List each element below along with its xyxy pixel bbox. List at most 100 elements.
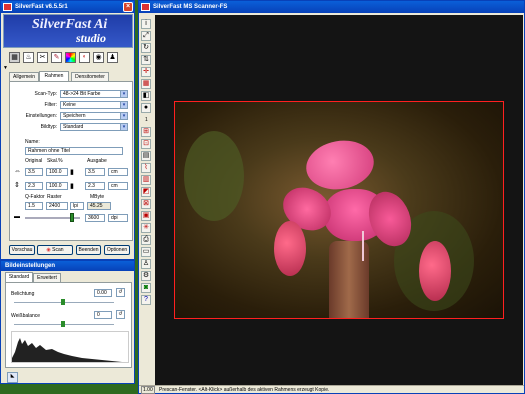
original-height-input[interactable]: 2.3 — [25, 182, 43, 190]
chevron-down-icon: ▾ — [120, 113, 127, 119]
image-settings-title: Bildeinstellungen — [5, 263, 56, 269]
flip-icon[interactable]: ⇅ — [141, 55, 151, 65]
reset-icon[interactable]: ↺ — [116, 310, 125, 319]
tab-allgemein[interactable]: Allgemein — [9, 72, 39, 81]
close-button[interactable]: × — [123, 2, 133, 12]
figure-icon[interactable]: ♟ — [107, 52, 118, 63]
image-type-label: Bildtyp: — [40, 124, 57, 130]
options-button[interactable]: Optionen — [104, 245, 130, 255]
mirror-icon[interactable]: ◧ — [141, 91, 151, 101]
selection-frame[interactable] — [174, 101, 504, 319]
chevron-down-icon: ▾ — [120, 102, 127, 108]
palette-icon[interactable] — [65, 52, 76, 63]
q-factor-input[interactable]: 1.5 — [25, 202, 43, 210]
preview-area[interactable] — [155, 15, 523, 385]
tool-icon-row: ▦ ♨ ✂ ✎ ◐ ◉ ♟ — [9, 52, 129, 64]
app-icon — [141, 3, 150, 11]
scale-label: Skal.% — [47, 158, 63, 164]
exposure-input[interactable]: 0.00 — [94, 289, 112, 297]
densitometer-icon[interactable]: ⊡ — [141, 139, 151, 149]
image-type-select[interactable]: Standard ▾ — [60, 123, 128, 131]
scan-type-label: Scan-Typ: — [34, 91, 57, 97]
scanner-titlebar[interactable]: SilverFast MS Scanner-FS — [139, 1, 524, 13]
selective-icon[interactable]: ⊠ — [141, 199, 151, 209]
histogram-area — [12, 338, 122, 362]
scale-height-input[interactable]: 100.0 — [46, 182, 68, 190]
print-icon[interactable]: ⎙ — [141, 235, 151, 245]
settings-icon[interactable]: ⚙ — [141, 271, 151, 281]
output-height-input[interactable]: 2.3 — [85, 182, 105, 190]
tab-rahmen[interactable]: Rahmen — [39, 71, 69, 81]
exposure-slider-thumb[interactable] — [61, 299, 65, 305]
resolution-unit-select[interactable]: dpi — [108, 214, 128, 222]
lock-icon[interactable]: ▮ — [70, 168, 74, 176]
width-unit-select[interactable]: cm — [108, 168, 128, 176]
original-width-input[interactable]: 3.5 — [25, 168, 43, 176]
quit-button[interactable]: Beenden — [76, 245, 101, 255]
main-titlebar[interactable]: SilverFast v6.5.5r1 × — [1, 1, 134, 13]
raster-label: Raster — [47, 194, 62, 200]
settings-select[interactable]: Speichern ▾ — [60, 112, 128, 120]
resolution-slider-thumb[interactable] — [70, 213, 74, 222]
preview-button[interactable]: Vorschau — [9, 245, 35, 255]
pencil-icon[interactable]: ✎ — [51, 52, 62, 63]
raster-unit-select[interactable]: lpi — [70, 202, 84, 210]
help-icon[interactable]: ? — [141, 295, 151, 305]
status-bar: 1.00 Prescan-Fenster. <Alt-Klick> außerh… — [139, 385, 524, 394]
scan-type-value: 48->24 Bit Farbe — [63, 91, 101, 97]
scale-width-input[interactable]: 100.0 — [46, 168, 68, 176]
camera-icon[interactable]: ◙ — [141, 283, 151, 293]
whitebalance-slider-thumb[interactable] — [61, 321, 65, 327]
histogram-icon[interactable]: ◣ — [7, 372, 18, 383]
scanner-window-title: SilverFast MS Scanner-FS — [153, 4, 228, 10]
save-icon[interactable]: ▭ — [141, 247, 151, 257]
tab-erweitert[interactable]: Erweitert — [33, 273, 61, 282]
grid-icon[interactable]: ▦ — [141, 79, 151, 89]
whitebalance-input[interactable]: 0 — [94, 311, 112, 319]
rotate-icon[interactable]: ↻ — [141, 43, 151, 53]
dust-icon[interactable]: ✳ — [141, 223, 151, 233]
chevron-down-icon[interactable]: ▼ — [3, 65, 8, 71]
height-unit-select[interactable]: cm — [108, 182, 128, 190]
image-type-value: Standard — [63, 124, 84, 130]
original-label: Original — [25, 158, 43, 164]
image-settings-titlebar[interactable]: Bildeinstellungen — [1, 261, 134, 271]
crosshair-icon[interactable]: ✛ — [141, 67, 151, 77]
color-icon[interactable]: ◩ — [141, 187, 151, 197]
fire-icon[interactable]: ♨ — [23, 52, 34, 63]
resolution-input[interactable]: 3600 — [85, 214, 105, 222]
silverfast-logo: SilverFast Ai studio — [3, 14, 133, 48]
curves-icon[interactable]: ⌇ — [141, 163, 151, 173]
q-factor-label: Q-Faktor — [25, 194, 45, 200]
eye-icon[interactable]: ◉ — [93, 52, 104, 63]
tab-standard[interactable]: Standard — [5, 272, 33, 282]
resolution-unit-value: dpi — [111, 215, 118, 221]
resolution-slider-icon: ▬ — [14, 214, 20, 220]
main-window-title: SilverFast v6.5.5r1 — [15, 4, 68, 10]
usm-icon[interactable]: ▣ — [141, 211, 151, 221]
tab-densitometer[interactable]: Densitometer — [71, 72, 109, 81]
lock-icon[interactable]: ▮ — [70, 182, 74, 190]
scan-type-select[interactable]: 48->24 Bit Farbe ▾ — [60, 90, 128, 98]
user-icon[interactable]: ♙ — [141, 259, 151, 269]
histogram — [11, 331, 129, 363]
reset-icon[interactable]: ↺ — [116, 288, 125, 297]
filter-select[interactable]: Keine ▾ — [60, 101, 128, 109]
zoom-icon[interactable]: ⤢ — [141, 31, 151, 41]
circle-icon[interactable]: ● — [141, 103, 151, 113]
lab-icon[interactable]: ◐ — [79, 52, 90, 63]
cut-icon[interactable]: ✂ — [37, 52, 48, 63]
zoom-level: 1 — [145, 117, 148, 123]
name-label: Name: — [25, 139, 40, 145]
raster-input[interactable]: 2400 — [46, 202, 68, 210]
silverfast-main-window: SilverFast v6.5.5r1 × SilverFast Ai stud… — [0, 0, 135, 260]
output-width-input[interactable]: 3.5 — [85, 168, 105, 176]
levels-icon[interactable]: ▥ — [141, 175, 151, 185]
grid-icon[interactable]: ▦ — [9, 52, 20, 63]
film-icon[interactable]: ▤ — [141, 151, 151, 161]
name-input[interactable]: Rahmen ohne Titel — [25, 147, 123, 155]
info-icon[interactable]: i — [141, 19, 151, 29]
ruler-icon[interactable]: ⊞ — [141, 127, 151, 137]
scanner-window: SilverFast MS Scanner-FS i ⤢ ↻ ⇅ ✛ ▦ ◧ ●… — [138, 0, 525, 394]
scan-button[interactable]: ◉ Scan — [37, 245, 73, 255]
